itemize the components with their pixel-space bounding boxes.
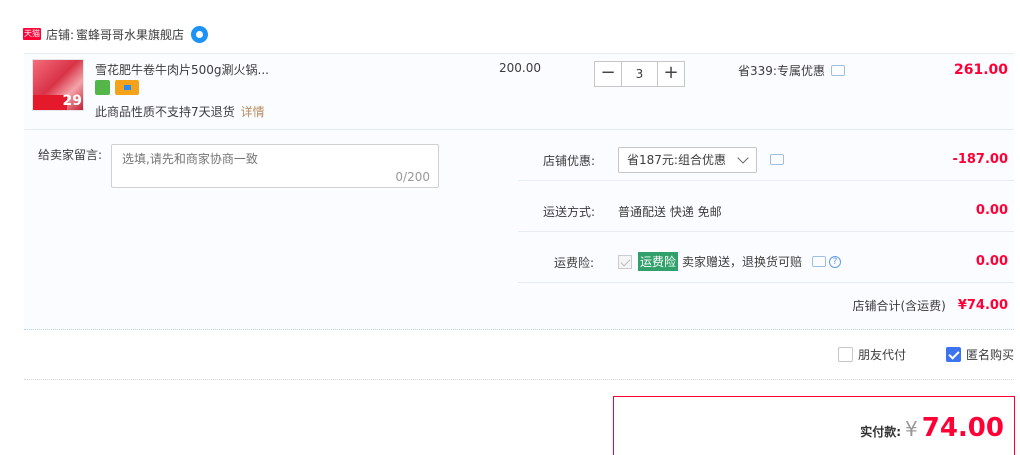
discount-info-icon[interactable] [770, 154, 784, 165]
anonymous-option[interactable]: 匿名购买 [945, 346, 1014, 363]
subtotal-value: ¥74.00 [957, 298, 1008, 313]
divider [24, 379, 1014, 380]
product-thumbnail[interactable]: 29 [32, 59, 84, 111]
checkout-options: 朋友代付 匿名购买 [837, 346, 1014, 363]
friend-pay-option[interactable]: 朋友代付 [837, 346, 906, 363]
insurance-value: 0.00 [975, 254, 1008, 269]
insurance-checkbox [618, 254, 632, 269]
service-badge-icon [95, 80, 110, 95]
quantity-increase-button[interactable]: + [657, 61, 685, 87]
anonymous-label: 匿名购买 [965, 348, 1014, 362]
shop-name-link[interactable]: 蜜蜂哥哥水果旗舰店 [76, 26, 184, 43]
payment-line: 实付款: ¥ 74.00 [860, 413, 1004, 443]
service-icons [95, 80, 139, 95]
insurance-chat-icon[interactable] [812, 256, 827, 267]
chevron-down-icon [737, 152, 749, 164]
shop-discount-selected: 省187元:组合优惠 [627, 153, 726, 167]
wangwang-chat-icon[interactable] [191, 25, 209, 43]
message-box: 0/200 [111, 144, 440, 188]
message-label: 给卖家留言: [38, 148, 103, 162]
subtotal-label: 店铺合计(含运费) [852, 299, 946, 313]
return-policy-note: 此商品性质不支持7天退货 详情 [95, 103, 265, 120]
promotion-text: 省339:专属优惠 [738, 64, 825, 78]
detail-link[interactable]: 详情 [241, 105, 265, 119]
order-item-panel: 29 雪花肥牛卷牛肉片500g涮火锅... 此商品性质不支持7天退货 详情 200… [24, 53, 1014, 330]
unit-price: 200.00 [499, 61, 541, 75]
item-promotion: 省339:专属优惠 [738, 62, 845, 79]
item-total-price: 261.00 [953, 62, 1008, 78]
shop-discount-row: 店铺优惠: 省187元:组合优惠 -187.00 [518, 130, 1014, 181]
shop-label: 店铺: [46, 27, 75, 42]
shop-header: 天猫 店铺: 蜜蜂哥哥水果旗舰店 [23, 24, 209, 44]
friend-pay-label: 朋友代付 [857, 348, 906, 362]
shipping-row: 运送方式: 普通配送 快递 免邮 0.00 [518, 181, 1014, 232]
product-title-link[interactable]: 雪花肥牛卷牛肉片500g涮火锅... [95, 61, 269, 78]
message-char-count: 0/200 [395, 170, 430, 184]
insurance-label: 运费险: [554, 256, 595, 270]
promotion-info-icon[interactable] [830, 65, 845, 76]
shop-subtotal: 店铺合计(含运费) ¥74.00 [852, 297, 1008, 314]
card-badge-icon [115, 80, 139, 95]
quantity-stepper: − 3 + [594, 61, 685, 87]
tmall-badge-icon: 天猫 [23, 28, 41, 40]
currency-symbol: ¥ [905, 417, 918, 441]
item-row: 29 雪花肥牛卷牛肉片500g涮火锅... 此商品性质不支持7天退货 详情 200… [24, 54, 1014, 130]
help-icon[interactable]: ? [829, 255, 842, 268]
anonymous-checkbox[interactable] [945, 347, 961, 362]
quantity-decrease-button[interactable]: − [594, 61, 622, 87]
order-options: 店铺优惠: 省187元:组合优惠 -187.00 运送方式: 普通配送 快递 免… [518, 130, 1014, 283]
shipping-label: 运送方式: [543, 205, 596, 219]
shop-discount-select[interactable]: 省187元:组合优惠 [618, 147, 757, 173]
return-policy-text: 此商品性质不支持7天退货 [95, 105, 235, 119]
shop-discount-value: -187.00 [952, 152, 1008, 167]
insurance-info: 运费险 卖家赠送，退换货可赔 ? [618, 252, 842, 271]
insurance-row: 运费险: 运费险 卖家赠送，退换货可赔 ? 0.00 [518, 232, 1014, 283]
thumbnail-price: 29 [62, 93, 82, 109]
payment-amount: 74.00 [921, 413, 1004, 443]
shipping-value: 0.00 [975, 203, 1008, 218]
payment-label: 实付款: [860, 425, 902, 439]
quantity-input[interactable]: 3 [622, 61, 657, 87]
insurance-text: 卖家赠送，退换货可赔 [682, 255, 803, 269]
shipping-method: 普通配送 快递 免邮 [618, 205, 722, 219]
friend-pay-checkbox[interactable] [837, 347, 853, 362]
seller-message-input[interactable] [122, 150, 440, 174]
insurance-badge: 运费险 [638, 252, 679, 271]
payment-summary: 实付款: ¥ 74.00 [613, 396, 1015, 455]
shop-discount-label: 店铺优惠: [543, 154, 596, 168]
